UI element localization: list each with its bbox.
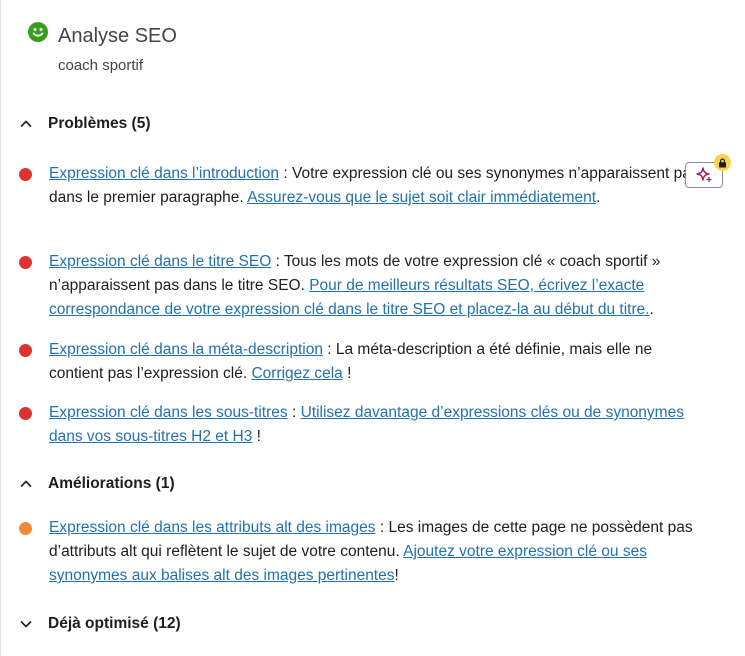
problem-bullet-icon xyxy=(19,256,32,269)
focus-keyphrase: coach sportif xyxy=(58,57,144,74)
page-title: Analyse SEO xyxy=(58,25,177,47)
assessment-action-link[interactable]: Corrigez cela xyxy=(251,365,342,382)
chevron-down-icon xyxy=(20,620,32,628)
assessment-text: : xyxy=(287,404,301,421)
assessment-link[interactable]: Expression clé dans la méta-description xyxy=(49,341,323,358)
assessment-action-link[interactable]: Assurez-vous que le sujet soit clair imm… xyxy=(247,189,596,206)
problem-item: Expression clé dans le titre SEO : Tous … xyxy=(19,250,699,322)
assessment-link[interactable]: Expression clé dans l’introduction xyxy=(49,165,279,182)
good-results-section-label: Déjà optimisé (12) xyxy=(48,615,181,632)
assessment-end: ! xyxy=(342,365,352,382)
problem-item: Expression clé dans l’introduction : Vot… xyxy=(19,162,699,210)
improvement-item: Expression clé dans les attributs alt de… xyxy=(19,516,699,588)
assessment-end: ! xyxy=(252,428,261,445)
problem-bullet-icon xyxy=(19,407,32,420)
problems-section-label: Problèmes (5) xyxy=(48,115,151,132)
improvement-bullet-icon xyxy=(19,522,32,535)
assessment-link[interactable]: Expression clé dans les attributs alt de… xyxy=(49,519,376,536)
assessment-link[interactable]: Expression clé dans les sous-titres xyxy=(49,404,288,421)
lock-icon xyxy=(714,154,731,171)
assessment-end: . xyxy=(649,301,654,318)
assessment-end: ! xyxy=(394,567,399,584)
improvements-section-toggle[interactable]: Améliorations (1) xyxy=(19,472,175,496)
assessment-link[interactable]: Expression clé dans le titre SEO xyxy=(49,253,271,270)
sparkle-icon xyxy=(696,167,712,182)
good-smiley-icon xyxy=(28,22,48,42)
chevron-up-icon xyxy=(20,480,32,488)
problem-item: Expression clé dans la méta-description … xyxy=(19,338,699,386)
good-results-section-toggle[interactable]: Déjà optimisé (12) xyxy=(19,612,181,636)
problems-section-toggle[interactable]: Problèmes (5) xyxy=(19,112,151,136)
assessment-end: . xyxy=(596,189,601,206)
problem-item: Expression clé dans les sous-titres : Ut… xyxy=(19,401,699,449)
improvements-section-label: Améliorations (1) xyxy=(48,475,175,492)
chevron-up-icon xyxy=(20,120,32,128)
problem-bullet-icon xyxy=(19,168,32,181)
problem-bullet-icon xyxy=(19,344,32,357)
